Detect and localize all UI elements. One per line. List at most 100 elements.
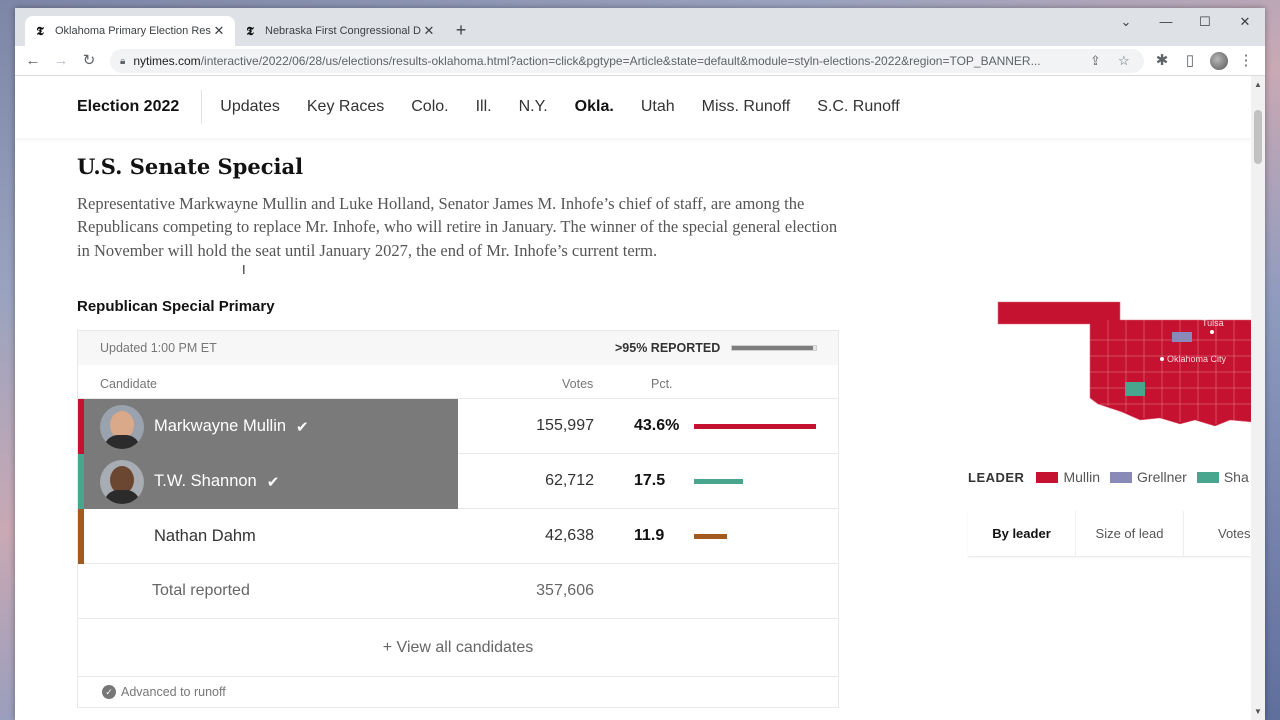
tab-by-leader[interactable]: By leader [968,511,1076,556]
check-circle-icon: ✓ [102,685,116,699]
close-tab-icon[interactable]: ✕ [421,23,437,39]
candidate-votes: 42,638 [545,527,594,544]
nav-item-colo[interactable]: Colo. [411,98,448,116]
view-all-candidates-button[interactable]: + View all candidates [78,619,838,677]
address-bar[interactable]: 🔒︎ nytimes.com/interactive/2022/06/28/us… [110,49,1144,73]
reported-progress-fill [732,346,813,350]
tab-title: Oklahoma Primary Election Resu [55,25,211,37]
page-viewport: Election 2022 Updates Key Races Colo. Il… [15,76,1265,720]
race-title: Republican Special Primary [77,298,275,315]
legend-label: Mullin [1063,469,1101,485]
bookmark-star-icon[interactable]: ☆ [1118,53,1130,69]
candidate-votes: 155,997 [536,417,594,434]
section-description: Representative Markwayne Mullin and Luke… [77,194,838,260]
candidate-cell: T.W. Shannon ✔ [78,454,458,509]
nav-item-utah[interactable]: Utah [641,98,675,116]
election-nav: Election 2022 Updates Key Races Colo. Il… [15,76,1251,138]
candidate-cell: Nathan Dahm [78,509,458,564]
nyt-icon: 𝕿 [36,23,44,38]
map-label-tulsa: Tulsa [1202,318,1224,328]
nav-item-updates[interactable]: Updates [220,98,280,116]
results-header: Updated 1:00 PM ET >95% REPORTED [78,331,838,365]
col-votes: Votes [562,377,594,391]
column-headers: Candidate Votes Pct. [78,365,838,399]
browser-toolbar: ← → ↻ 🔒︎ nytimes.com/interactive/2022/06… [15,46,1265,76]
candidate-votes: 62,712 [545,472,594,489]
tab-size-of-lead[interactable]: Size of lead [1076,511,1184,556]
lock-icon: 🔒︎ [120,55,126,67]
back-icon[interactable]: ← [23,51,43,71]
share-icon[interactable]: ⇪ [1090,53,1101,69]
candidate-photo [100,404,144,449]
nav-brand[interactable]: Election 2022 [77,90,203,124]
okc-dot [1160,357,1164,361]
maximize-icon[interactable]: ☐ [1193,14,1217,34]
legend-title: LEADER [968,469,1025,485]
shannon-county [1125,382,1145,396]
extensions-icon[interactable]: ✱ [1152,51,1172,71]
checkmark-icon: ✔ [266,473,280,491]
candidate-pct: 43.6% [634,417,680,434]
nav-item-ny[interactable]: N.Y. [519,98,548,116]
close-tab-icon[interactable]: ✕ [211,23,227,39]
candidate-name: Nathan Dahm [154,527,256,545]
candidate-color-stripe [78,454,84,509]
minimize-icon[interactable]: — [1154,14,1178,34]
page-scrollbar[interactable]: ▲ ▼ [1251,76,1265,720]
candidate-name: Markwayne Mullin [154,417,287,435]
results-table: Updated 1:00 PM ET >95% REPORTED Candida… [77,330,839,708]
runoff-text: Advanced to runoff [121,685,226,699]
reported-label: >95% REPORTED [615,341,721,355]
legend-swatch [1110,471,1133,483]
total-votes: 357,606 [536,582,594,599]
candidate-cell: Markwayne Mullin ✔ [78,399,458,454]
scroll-up-icon[interactable]: ▲ [1254,80,1262,89]
legend-swatch [1196,471,1219,483]
section-title: U.S. Senate Special [77,154,304,179]
nav-item-miss-runoff[interactable]: Miss. Runoff [702,98,791,116]
new-tab-icon[interactable]: + [451,20,471,41]
menu-kebab-icon[interactable]: ⋮ [1236,51,1256,71]
tab-strip: 𝕿 Oklahoma Primary Election Resu ✕ 𝕿 Neb… [15,8,1265,46]
reported-progress-bar [731,345,817,351]
browser-tab-oklahoma[interactable]: 𝕿 Oklahoma Primary Election Resu ✕ [25,16,235,46]
candidate-photo [100,459,144,504]
nav-item-okla[interactable]: Okla. [575,98,614,116]
nav-item-sc-runoff[interactable]: S.C. Runoff [817,98,899,116]
map-label-okc: Oklahoma City [1167,354,1227,364]
total-label: Total reported [152,582,250,599]
col-candidate: Candidate [100,377,157,391]
candidate-pct: 11.9 [634,527,665,544]
candidate-color-stripe [78,509,84,564]
reload-icon[interactable]: ↻ [79,51,99,71]
nav-item-ill[interactable]: Ill. [476,98,492,116]
tab-votes[interactable]: Votes l [1184,511,1251,556]
side-panel-icon[interactable]: ▯ [1180,51,1200,71]
col-pct: Pct. [651,377,673,391]
table-row: T.W. Shannon ✔ 62,712 17.5 [78,454,838,509]
nav-item-key-races[interactable]: Key Races [307,98,384,116]
oklahoma-county-map[interactable]: Tulsa Oklahoma City [990,294,1252,434]
scroll-down-icon[interactable]: ▼ [1254,707,1262,716]
grellner-county [1172,332,1192,342]
tab-search-icon[interactable]: ⌄ [1114,14,1138,34]
legend-item-grellner: Grellner [1110,469,1187,485]
tab-title: Nebraska First Congressional Di [265,25,421,37]
legend-swatch [1036,471,1059,483]
table-row: Markwayne Mullin ✔ 155,997 43.6% [78,399,838,454]
text-cursor-icon: I [242,262,246,277]
browser-tab-nebraska[interactable]: 𝕿 Nebraska First Congressional Di ✕ [235,16,445,46]
close-window-icon[interactable]: ✕ [1233,14,1257,34]
url-path: /interactive/2022/06/28/us/elections/res… [200,54,1041,68]
candidate-pct-bar [694,534,727,539]
profile-avatar[interactable] [1210,52,1228,70]
table-row: Nathan Dahm 42,638 11.9 [78,509,838,564]
scrollbar-thumb[interactable] [1254,110,1262,164]
map-mode-tabs: By leader Size of lead Votes l [968,511,1251,557]
candidate-name: T.W. Shannon [154,472,257,490]
updated-time: Updated 1:00 PM ET [100,341,217,355]
legend-label: Grellner [1137,469,1187,485]
candidate-color-stripe [78,399,84,454]
forward-icon[interactable]: → [51,51,71,71]
runoff-note: ✓ Advanced to runoff [78,677,838,707]
